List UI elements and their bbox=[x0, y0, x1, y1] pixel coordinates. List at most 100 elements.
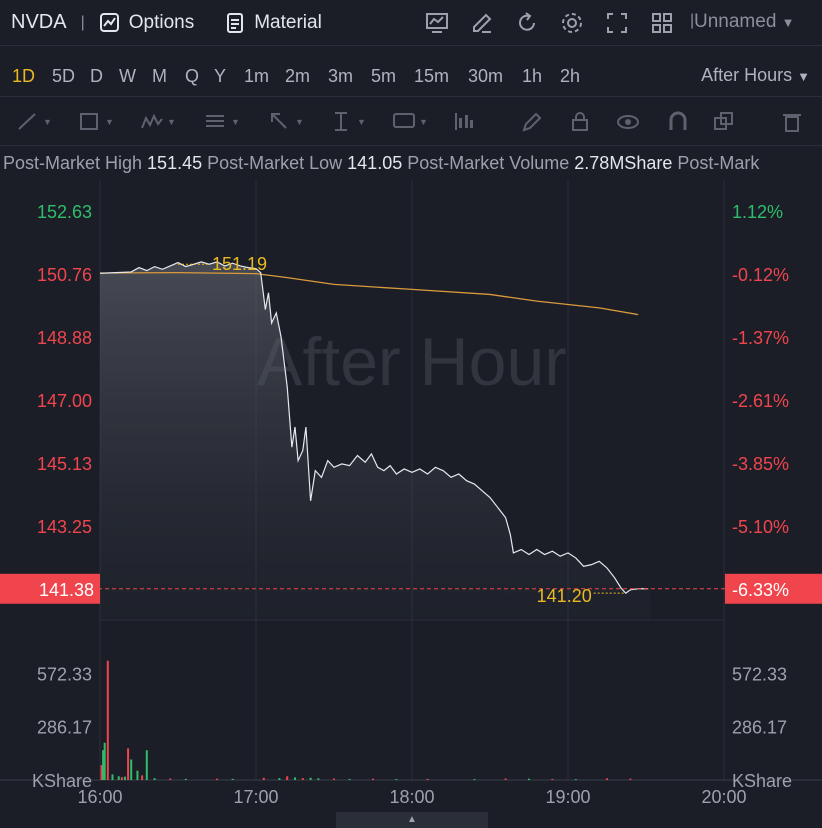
clone-icon[interactable] bbox=[712, 110, 736, 134]
arrow-icon[interactable]: ▼ bbox=[268, 110, 304, 134]
post-market-stats: Post-Market High 151.45 Post-Market Low 1… bbox=[0, 147, 822, 180]
trend-line-icon[interactable]: ▼ bbox=[16, 110, 52, 134]
stat-label: Post-Mark bbox=[677, 153, 760, 173]
volume-bar bbox=[372, 778, 374, 780]
volume-tick-label: 286.17 bbox=[37, 718, 92, 738]
text-note-icon[interactable]: ▼ bbox=[392, 110, 428, 134]
time-tick-label: 20:00 bbox=[701, 787, 746, 807]
pen-icon[interactable] bbox=[520, 110, 544, 134]
panel-resize-handle[interactable]: ▲ bbox=[336, 812, 488, 828]
stat-value: 2.78MShare bbox=[574, 153, 673, 173]
volume-bar bbox=[317, 778, 320, 780]
volume-bar bbox=[127, 748, 130, 780]
timeframe-2h[interactable]: 2h bbox=[560, 66, 580, 87]
pattern-icon[interactable]: ▼ bbox=[140, 110, 176, 134]
price-tick-label: 152.63 bbox=[37, 202, 92, 222]
timeframe-bar: After Hours ▼ 1D 5D D W M Q Y 1m 2m 3m 5m 15m 30m 1h 2… bbox=[0, 47, 822, 97]
indicator-icon[interactable] bbox=[425, 10, 470, 36]
visibility-icon[interactable] bbox=[616, 110, 640, 134]
volume-tick-label-right: 286.17 bbox=[732, 718, 787, 738]
timeframe-5m[interactable]: 5m bbox=[371, 66, 396, 87]
volume-bar bbox=[231, 778, 234, 780]
volume-bar bbox=[574, 779, 577, 781]
volume-bar bbox=[309, 777, 312, 780]
options-label: Options bbox=[128, 11, 195, 33]
price-tick-label: 147.00 bbox=[37, 391, 92, 411]
volume-bar bbox=[123, 776, 126, 780]
volume-bar bbox=[262, 777, 265, 780]
settings-icon[interactable] bbox=[560, 10, 605, 36]
volume-bar bbox=[141, 775, 144, 780]
caret-down-icon: ▼ bbox=[419, 117, 428, 127]
timeframe-Y[interactable]: Y bbox=[214, 66, 226, 87]
options-button[interactable]: Options bbox=[99, 12, 194, 34]
caret-down-icon: ▼ bbox=[357, 117, 366, 127]
timeframe-2m[interactable]: 2m bbox=[285, 66, 310, 87]
timeframe-1m[interactable]: 1m bbox=[244, 66, 269, 87]
percent-tick-label: -3.85% bbox=[732, 454, 789, 474]
volume-bar bbox=[504, 778, 507, 780]
lock-icon[interactable] bbox=[568, 110, 592, 134]
caret-down-icon: ▼ bbox=[781, 15, 795, 30]
volume-bar bbox=[278, 778, 281, 780]
drawing-toolbar: ▼ ▼ ▼ ▼ ▼ ▼ ▼ bbox=[0, 98, 822, 146]
timeframe-1h[interactable]: 1h bbox=[522, 66, 542, 87]
layout-name: Unnamed bbox=[694, 11, 777, 32]
time-tick-label: 16:00 bbox=[77, 787, 122, 807]
current-percent-label: -6.33% bbox=[732, 580, 789, 600]
volume-bar bbox=[528, 778, 530, 780]
volume-bar bbox=[111, 774, 114, 780]
caret-down-icon: ▼ bbox=[105, 117, 114, 127]
position-icon[interactable] bbox=[452, 110, 476, 134]
fib-icon[interactable]: ▼ bbox=[204, 110, 240, 134]
volume-bar bbox=[120, 777, 123, 780]
session-selector[interactable]: After Hours ▼ bbox=[701, 65, 810, 86]
magnet-icon[interactable] bbox=[666, 110, 690, 134]
layout-selector[interactable]: Unnamed ▼ bbox=[694, 11, 795, 33]
price-tick-label: 148.88 bbox=[37, 328, 92, 348]
percent-tick-label: 1.12% bbox=[732, 202, 783, 222]
timeframe-5D[interactable]: 5D bbox=[52, 66, 75, 87]
material-icon bbox=[227, 12, 244, 33]
rectangle-icon[interactable]: ▼ bbox=[78, 110, 114, 134]
time-tick-label: 17:00 bbox=[233, 787, 278, 807]
volume-bar bbox=[473, 779, 476, 781]
volume-bar bbox=[169, 778, 172, 780]
watermark: After Hour bbox=[257, 324, 567, 400]
top-bar: NVDA | Options Material | Unnamed ▼ bbox=[0, 0, 822, 46]
caret-down-icon: ▼ bbox=[797, 69, 810, 84]
price-chart[interactable]: After Hour 152.63 1.12% 150.76 -0.12% 148.88 -… bbox=[0, 180, 822, 812]
layout-grid-icon[interactable] bbox=[650, 10, 695, 36]
timeframe-Q[interactable]: Q bbox=[185, 66, 199, 87]
volume-bar bbox=[294, 777, 296, 780]
caret-down-icon: ▼ bbox=[43, 117, 52, 127]
timeframe-30m[interactable]: 30m bbox=[468, 66, 503, 87]
timeframe-15m[interactable]: 15m bbox=[414, 66, 449, 87]
volume-bar bbox=[286, 776, 289, 780]
price-tick-label: 150.76 bbox=[37, 265, 92, 285]
divider: | bbox=[80, 13, 85, 31]
refresh-icon[interactable] bbox=[515, 10, 560, 36]
ticker-symbol[interactable]: NVDA bbox=[11, 11, 67, 34]
volume-bar bbox=[216, 778, 218, 780]
low-marker-label: 141.20 bbox=[537, 586, 592, 606]
fullscreen-icon[interactable] bbox=[605, 10, 650, 36]
current-price-label: 141.38 bbox=[39, 580, 94, 600]
trash-icon[interactable] bbox=[780, 110, 804, 134]
volume-bar bbox=[348, 778, 351, 780]
timeframe-1D[interactable]: 1D bbox=[12, 66, 35, 87]
material-button[interactable]: Material bbox=[226, 12, 322, 34]
measure-icon[interactable]: ▼ bbox=[330, 110, 366, 134]
draw-icon[interactable] bbox=[470, 10, 515, 36]
caret-down-icon: ▼ bbox=[167, 117, 176, 127]
timeframe-M[interactable]: M bbox=[152, 66, 167, 87]
timeframe-3m[interactable]: 3m bbox=[328, 66, 353, 87]
percent-tick-label: -0.12% bbox=[732, 265, 789, 285]
timeframe-W[interactable]: W bbox=[119, 66, 136, 87]
volume-tick-label: 572.33 bbox=[37, 664, 92, 684]
volume-tick-label-right: 572.33 bbox=[732, 664, 787, 684]
timeframe-D[interactable]: D bbox=[90, 66, 103, 87]
stat-label: Post-Market Low bbox=[207, 153, 348, 173]
volume-bar bbox=[117, 776, 120, 780]
volume-bar bbox=[551, 778, 554, 780]
